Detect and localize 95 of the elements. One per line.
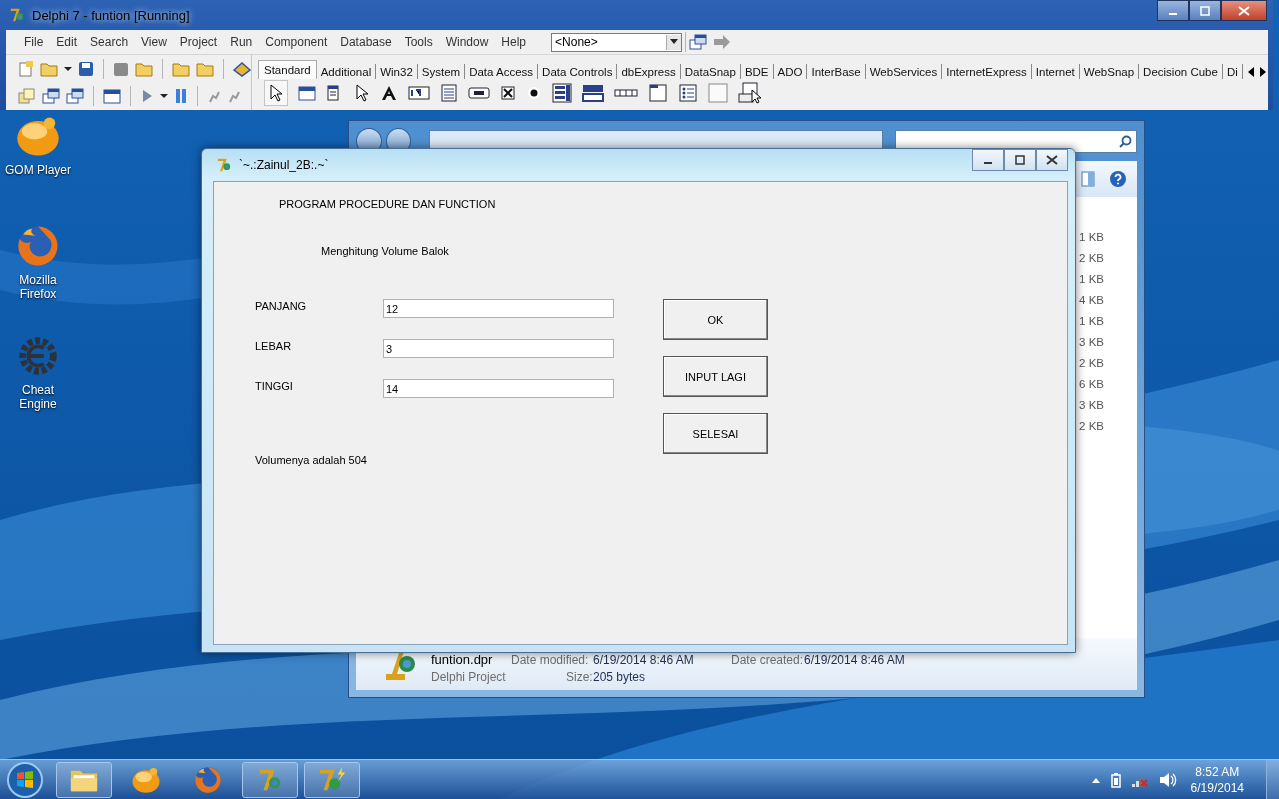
date-modified-value: 6/19/2014 8:46 AM (593, 653, 695, 667)
size-label: Size: (566, 670, 593, 684)
window-title: Delphi 7 - funtion [Running] (32, 7, 190, 23)
maximize-button[interactable] (1004, 149, 1036, 171)
maximize-icon (1015, 155, 1025, 165)
file-type: Delphi Project (431, 670, 507, 684)
menu-item[interactable]: Component (265, 35, 328, 49)
field-label: TINGGI (255, 379, 294, 394)
input-field[interactable]: 3 (383, 339, 614, 358)
input-field[interactable]: 12 (383, 299, 614, 318)
memo-icon[interactable] (440, 84, 458, 102)
menu-item[interactable]: Database (340, 35, 392, 49)
form-button[interactable]: INPUT LAGI (663, 356, 768, 397)
file-size: 3 KB (1079, 334, 1104, 350)
minimize-icon (1169, 12, 1177, 15)
cursor-icon[interactable] (354, 84, 370, 102)
minimize-icon (984, 162, 992, 164)
menu-item[interactable]: File (24, 35, 44, 49)
desktop-icon-label[interactable]: Mozilla Firefox (2, 273, 74, 301)
palette-tab[interactable]: Standard (258, 60, 317, 79)
file-size: 6 KB (1079, 376, 1104, 392)
torch-icon[interactable] (8, 6, 26, 24)
start-button[interactable] (6, 760, 44, 799)
windows-icon[interactable] (42, 87, 60, 104)
form-heading: PROGRAM PROCEDURE DAN FUNCTION (279, 198, 497, 210)
maximize-icon (1200, 5, 1210, 16)
result-text: Volumenya adalah 504 (255, 454, 368, 466)
date-modified-label: Date modified: (511, 653, 590, 667)
file-size: 4 KB (1079, 292, 1104, 308)
close-icon (1046, 155, 1058, 165)
window-title: `~.:Zainul_2B:.~` (239, 158, 329, 172)
file-size: 1 KB (1079, 229, 1104, 245)
field-label: PANJANG (255, 299, 308, 314)
actionlist-icon[interactable] (738, 82, 762, 104)
maximize-button[interactable] (1189, 0, 1221, 21)
taskbar-button[interactable] (56, 761, 112, 798)
field-label: LEBAR (255, 339, 293, 354)
menu-item[interactable]: Edit (56, 35, 78, 49)
pause-icon[interactable] (174, 87, 188, 104)
edit-icon[interactable] (408, 84, 430, 102)
minimize-button[interactable] (972, 149, 1004, 171)
radio-icon[interactable] (526, 84, 542, 102)
close-button[interactable] (1221, 0, 1267, 21)
menu-item[interactable]: Window (445, 35, 489, 49)
square-icon[interactable] (113, 60, 129, 77)
floppy-icon[interactable] (78, 60, 94, 77)
combo-box[interactable]: <None> (551, 32, 683, 52)
form-button[interactable]: OK (663, 299, 768, 340)
taskbar-button[interactable] (242, 761, 298, 798)
file-size: 1 KB (1079, 313, 1104, 329)
clock-date[interactable]: 6/19/2014 (1190, 780, 1244, 795)
checkbox-icon[interactable] (500, 84, 516, 102)
taskbar-button[interactable] (304, 761, 360, 798)
combobox-icon[interactable] (582, 83, 604, 103)
menu-item[interactable]: Help (501, 35, 527, 49)
battery-icon[interactable] (1110, 771, 1121, 788)
windows-icon[interactable] (689, 34, 708, 50)
help-icon[interactable] (1109, 170, 1127, 188)
date-created-value: 6/19/2014 8:46 AM (804, 653, 905, 667)
torch-icon[interactable] (215, 156, 233, 174)
date-created-label: Date created: (731, 653, 804, 667)
window-icon[interactable] (103, 87, 121, 104)
play-icon[interactable] (140, 87, 154, 104)
menu-item[interactable]: Search (90, 35, 129, 49)
menu-item[interactable]: Project (179, 35, 218, 49)
windows-icon[interactable] (66, 87, 84, 104)
file-size: 2 KB (1079, 250, 1104, 266)
label-icon[interactable] (380, 84, 398, 102)
file-name: funtion.dpr (431, 653, 494, 667)
minimize-button[interactable] (1157, 0, 1189, 21)
close-icon (1238, 5, 1250, 16)
size-value: 205 bytes (593, 670, 646, 684)
menu-item[interactable]: Tools (404, 35, 433, 49)
radiogroup-icon[interactable] (678, 83, 698, 103)
scrollbar-icon[interactable] (614, 87, 638, 99)
clock-time[interactable]: 8:52 AM (1195, 764, 1240, 779)
file-size: 2 KB (1079, 418, 1104, 434)
form-button[interactable]: SELESAI (663, 413, 768, 454)
file-size: 3 KB (1079, 397, 1104, 413)
file-size: 2 KB (1079, 355, 1104, 371)
menu-item[interactable]: View (141, 35, 167, 49)
speaker-icon[interactable] (1158, 771, 1177, 788)
input-field[interactable]: 14 (383, 379, 614, 398)
form-subheading: Menghitung Volume Balok (321, 245, 450, 257)
listbox-icon[interactable] (552, 83, 572, 103)
button-icon[interactable] (468, 84, 490, 102)
search-icon (1119, 134, 1132, 148)
caret-icon (670, 39, 679, 45)
window-icon[interactable] (298, 85, 316, 101)
desktop-icon-label[interactable]: Cheat Engine (2, 383, 74, 411)
file-size: 1 KB (1079, 271, 1104, 287)
groupbox-icon[interactable] (648, 83, 668, 103)
close-button[interactable] (1036, 149, 1068, 171)
menu-item[interactable]: Run (230, 35, 253, 49)
desktop-icon-label[interactable]: GOM Player (2, 163, 74, 177)
